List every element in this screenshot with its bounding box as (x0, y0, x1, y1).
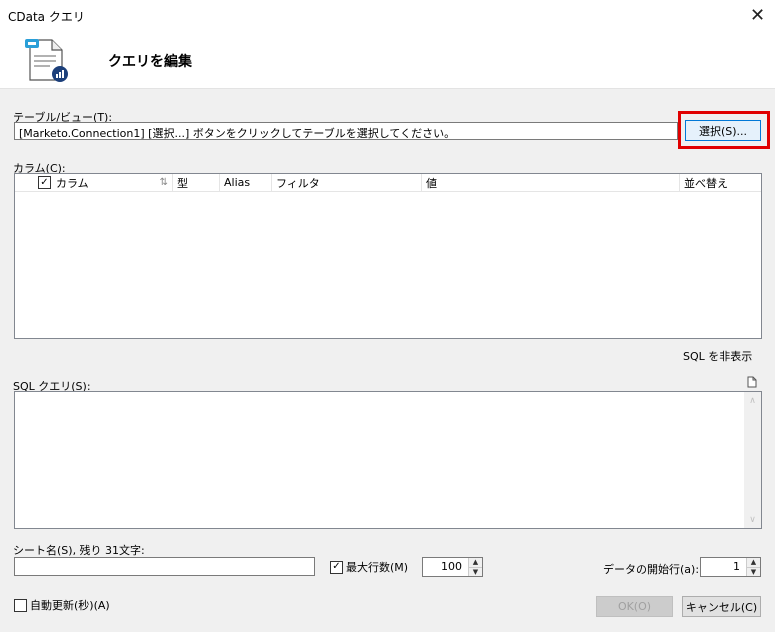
close-icon: ✕ (749, 5, 766, 26)
select-table-button[interactable]: 選択(S)... (685, 120, 761, 141)
hide-sql-link[interactable]: SQL を非表示 (683, 348, 752, 364)
column-header-column[interactable]: ✓ カラム ⇅ (15, 174, 173, 191)
select-all-checkbox[interactable]: ✓ (38, 176, 51, 189)
ok-button[interactable]: OK(O) (596, 596, 673, 617)
max-rows-option[interactable]: ✓ 最大行数(M) (330, 559, 408, 575)
document-icon[interactable] (746, 376, 760, 388)
sheet-name-input[interactable] (14, 557, 315, 576)
column-header-sort[interactable]: 並べ替え (680, 174, 761, 191)
stepper-up-icon[interactable]: ▲ (747, 558, 760, 567)
scroll-down-arrow-icon[interactable]: ∨ (744, 511, 761, 528)
close-button[interactable]: ✕ (740, 0, 775, 31)
stepper-down-icon[interactable]: ▼ (747, 566, 760, 576)
max-rows-stepper[interactable]: 100 ▲ ▼ (422, 557, 483, 577)
start-row-stepper[interactable]: 1 ▲ ▼ (700, 557, 761, 577)
column-header-filter[interactable]: フィルタ (272, 174, 422, 191)
start-row-label: データの開始行(a): (603, 563, 700, 576)
cancel-button[interactable]: キャンセル(C) (682, 596, 761, 617)
stepper-down-icon[interactable]: ▼ (469, 566, 482, 576)
column-header-label: カラム (56, 176, 89, 190)
page-title: クエリを編集 (108, 54, 192, 70)
title-bar (0, 0, 775, 31)
column-header-alias[interactable]: Alias (220, 174, 272, 191)
window-title: CData クエリ (8, 10, 85, 24)
max-rows-checkbox[interactable]: ✓ (330, 560, 343, 574)
cdata-query-document-icon (22, 34, 72, 84)
stepper-up-icon[interactable]: ▲ (469, 558, 482, 567)
column-header-type[interactable]: 型 (173, 174, 220, 191)
max-rows-value[interactable]: 100 (423, 558, 468, 576)
start-row-value[interactable]: 1 (701, 558, 746, 576)
sql-query-text (15, 392, 761, 400)
table-view-field[interactable]: [Marketo.Connection1] [選択...] ボタンをクリックして… (14, 122, 678, 140)
columns-table-header: ✓ カラム ⇅ 型 Alias フィルタ 値 並べ替え (15, 174, 761, 192)
column-header-value[interactable]: 値 (422, 174, 680, 191)
auto-refresh-checkbox[interactable] (14, 598, 27, 612)
sql-scrollbar[interactable]: ∧ ∨ (744, 392, 761, 528)
max-rows-label: 最大行数(M) (346, 561, 409, 574)
sql-query-textarea[interactable]: ∧ ∨ (14, 391, 762, 529)
auto-refresh-option[interactable]: 自動更新(秒)(A) (14, 597, 110, 613)
scroll-up-arrow-icon[interactable]: ∧ (744, 392, 761, 409)
columns-table: ✓ カラム ⇅ 型 Alias フィルタ 値 並べ替え (14, 173, 762, 339)
auto-refresh-label: 自動更新(秒)(A) (30, 599, 110, 612)
sheet-name-label: シート名(S), 残り 31文字: (13, 544, 145, 557)
sort-arrows-icon[interactable]: ⇅ (160, 177, 168, 188)
